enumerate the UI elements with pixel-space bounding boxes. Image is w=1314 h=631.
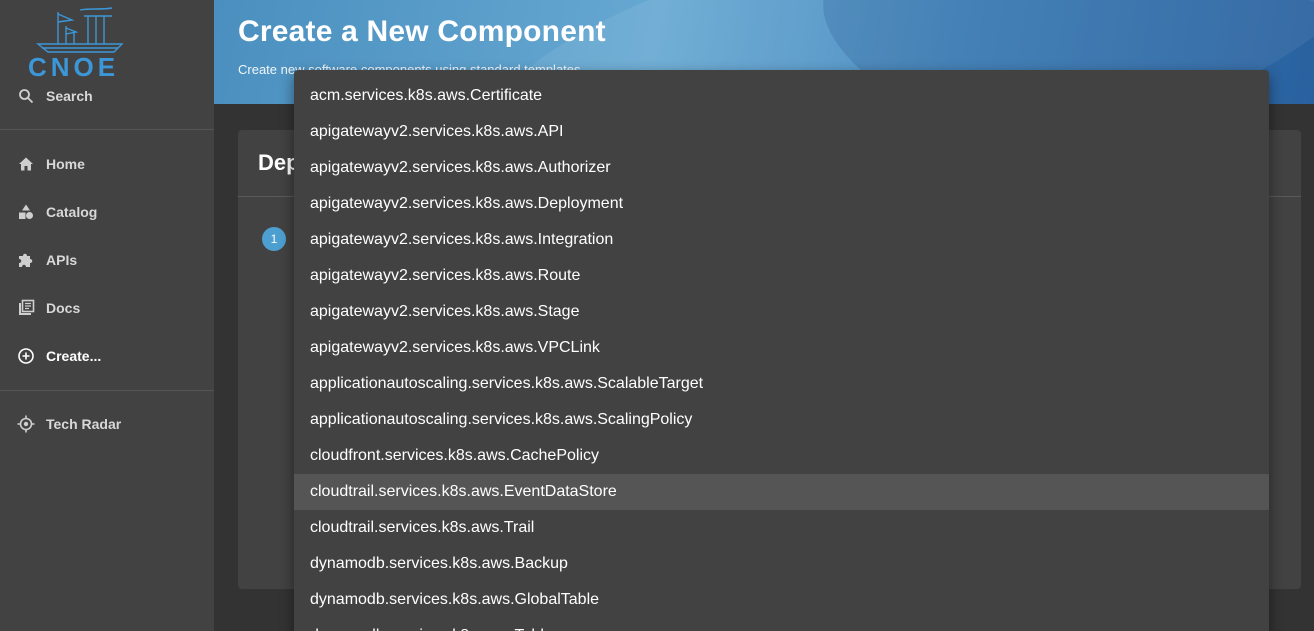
dropdown-option[interactable]: apigatewayv2.services.k8s.aws.Authorizer bbox=[294, 150, 1269, 186]
search-icon bbox=[17, 87, 35, 105]
sidebar-item-label: Docs bbox=[46, 300, 81, 316]
sidebar-item-create[interactable]: Create... bbox=[0, 336, 214, 376]
resource-kind-dropdown[interactable]: acm.services.k8s.aws.Certificate apigate… bbox=[294, 70, 1269, 631]
sidebar-divider bbox=[0, 129, 214, 130]
docs-icon bbox=[17, 299, 35, 317]
sidebar-divider bbox=[0, 390, 214, 391]
sidebar-item-docs[interactable]: Docs bbox=[0, 288, 214, 328]
dropdown-option-highlighted[interactable]: cloudtrail.services.k8s.aws.EventDataSto… bbox=[294, 474, 1269, 510]
dropdown-option[interactable]: cloudfront.services.k8s.aws.CachePolicy bbox=[294, 438, 1269, 474]
dropdown-option[interactable]: applicationautoscaling.services.k8s.aws.… bbox=[294, 402, 1269, 438]
dropdown-option[interactable]: dynamodb.services.k8s.aws.Table bbox=[294, 618, 1269, 631]
radar-icon bbox=[17, 415, 35, 433]
sidebar-item-home[interactable]: Home bbox=[0, 144, 214, 184]
sidebar-item-label: Home bbox=[46, 156, 85, 172]
sidebar-search[interactable]: Search bbox=[0, 76, 214, 116]
home-icon bbox=[17, 155, 35, 173]
dropdown-option[interactable]: cloudtrail.services.k8s.aws.Trail bbox=[294, 510, 1269, 546]
sidebar-item-apis[interactable]: APIs bbox=[0, 240, 214, 280]
sidebar-item-label: APIs bbox=[46, 252, 78, 268]
dropdown-option[interactable]: apigatewayv2.services.k8s.aws.Route bbox=[294, 258, 1269, 294]
sidebar-item-tech-radar[interactable]: Tech Radar bbox=[0, 404, 214, 444]
dropdown-option[interactable]: dynamodb.services.k8s.aws.GlobalTable bbox=[294, 582, 1269, 618]
dropdown-option[interactable]: dynamodb.services.k8s.aws.Backup bbox=[294, 546, 1269, 582]
app-root: CNOE Search Home Catalog APIs Docs Creat… bbox=[0, 0, 1314, 631]
dropdown-option[interactable]: apigatewayv2.services.k8s.aws.Stage bbox=[294, 294, 1269, 330]
dropdown-option[interactable]: apigatewayv2.services.k8s.aws.API bbox=[294, 114, 1269, 150]
sidebar-item-label: Create... bbox=[46, 348, 102, 364]
sidebar-item-catalog[interactable]: Catalog bbox=[0, 192, 214, 232]
dropdown-option[interactable]: acm.services.k8s.aws.Certificate bbox=[294, 78, 1269, 114]
ship-logo-icon: CNOE bbox=[28, 7, 124, 82]
sidebar-search-label: Search bbox=[46, 88, 93, 104]
page-title: Create a New Component bbox=[238, 15, 606, 48]
sidebar-item-label: Tech Radar bbox=[46, 416, 122, 432]
dropdown-option[interactable]: applicationautoscaling.services.k8s.aws.… bbox=[294, 366, 1269, 402]
puzzle-icon bbox=[17, 251, 35, 269]
sidebar: CNOE Search Home Catalog APIs Docs Creat… bbox=[0, 0, 214, 631]
sidebar-item-label: Catalog bbox=[46, 204, 98, 220]
dropdown-option[interactable]: apigatewayv2.services.k8s.aws.VPCLink bbox=[294, 330, 1269, 366]
catalog-icon bbox=[17, 203, 35, 221]
step-indicator: 1 bbox=[262, 227, 286, 251]
dropdown-option[interactable]: apigatewayv2.services.k8s.aws.Integratio… bbox=[294, 222, 1269, 258]
create-icon bbox=[17, 347, 35, 365]
cnoe-logo[interactable]: CNOE bbox=[28, 4, 138, 82]
dropdown-option[interactable]: apigatewayv2.services.k8s.aws.Deployment bbox=[294, 186, 1269, 222]
